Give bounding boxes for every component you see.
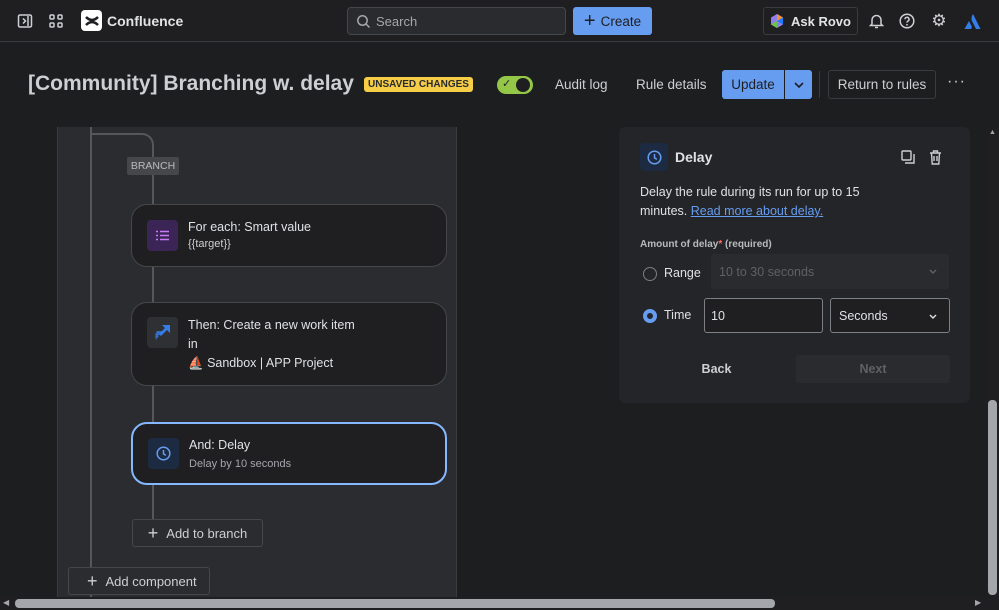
help-icon[interactable]: [897, 11, 917, 31]
scroll-up-icon[interactable]: ▲: [989, 129, 996, 136]
delay-config-panel: Delay Delay the rule during its run for …: [619, 127, 970, 403]
divider: [819, 71, 820, 98]
plus-icon: +: [87, 571, 98, 591]
confluence-logo-icon[interactable]: [81, 10, 102, 31]
project-avatar-icon: ⛵: [188, 356, 204, 370]
time-radio[interactable]: [643, 309, 657, 323]
check-icon: ✓: [502, 78, 512, 90]
rovo-icon: [771, 14, 784, 28]
update-dropdown-button[interactable]: [785, 70, 812, 99]
node-title: And: Delay: [189, 438, 251, 452]
notifications-icon[interactable]: [866, 11, 886, 31]
return-to-rules-button[interactable]: Return to rules: [828, 70, 936, 99]
page-title: [Community] Branching w. delay: [28, 72, 354, 95]
panel-title: Delay: [675, 149, 713, 165]
horizontal-scroll-thumb[interactable]: [15, 599, 775, 608]
unsaved-changes-badge: UNSAVED CHANGES: [364, 77, 473, 92]
plus-icon: +: [147, 523, 159, 543]
scroll-left-icon[interactable]: ◀: [3, 598, 9, 607]
rule-details-link[interactable]: Rule details: [636, 77, 707, 92]
vertical-scroll-thumb[interactable]: [988, 400, 997, 595]
atlassian-logo-icon[interactable]: [962, 11, 982, 31]
app-name[interactable]: Confluence: [107, 13, 183, 29]
back-button[interactable]: Back: [669, 355, 764, 383]
range-label: Range: [664, 266, 701, 280]
app-switcher-icon[interactable]: [46, 11, 66, 31]
delay-node[interactable]: And: Delay Delay by 10 seconds: [131, 422, 447, 485]
search-input[interactable]: Search: [347, 7, 566, 35]
range-radio[interactable]: [643, 267, 657, 281]
range-select[interactable]: 10 to 30 seconds: [711, 254, 949, 289]
duplicate-icon[interactable]: [899, 148, 917, 166]
horizontal-scrollbar[interactable]: ◀ ▶: [0, 597, 999, 610]
plus-icon: +: [583, 10, 596, 32]
sidebar-toggle-icon[interactable]: [15, 11, 35, 31]
branch-label: BRANCH: [127, 157, 179, 175]
toggle-knob: [516, 78, 530, 92]
node-title: Then: Create a new work item: [188, 318, 355, 332]
more-options-icon[interactable]: ···: [947, 73, 966, 91]
node-title: For each: Smart value: [188, 220, 311, 234]
clock-icon: [640, 143, 668, 171]
node-subtitle: Sandbox | APP Project: [207, 356, 334, 370]
update-button[interactable]: Update: [722, 70, 784, 99]
create-button[interactable]: + Create: [573, 7, 652, 35]
read-more-link[interactable]: Read more about delay.: [691, 204, 824, 218]
amount-of-delay-label: Amount of delay* (required): [640, 239, 772, 250]
chevron-down-icon: [793, 81, 804, 88]
add-to-branch-button[interactable]: + Add to branch: [132, 519, 263, 547]
time-value-input[interactable]: 10: [704, 298, 823, 333]
list-icon: [147, 220, 178, 251]
jira-icon: [147, 317, 178, 348]
main-connector: [90, 127, 92, 597]
vertical-scrollbar[interactable]: ▲: [986, 127, 999, 597]
for-each-node[interactable]: For each: Smart value {{target}}: [131, 204, 447, 267]
chevron-down-icon: [929, 314, 937, 319]
ask-rovo-button[interactable]: Ask Rovo: [763, 7, 858, 35]
node-subtitle: Delay by 10 seconds: [189, 458, 292, 470]
branch-connector: [91, 133, 154, 159]
create-work-item-node[interactable]: Then: Create a new work item in ⛵ Sandbox …: [131, 302, 447, 386]
scroll-right-icon[interactable]: ▶: [975, 598, 981, 607]
chevron-down-icon: [929, 269, 937, 274]
time-unit-select[interactable]: Seconds: [830, 298, 950, 333]
add-component-button[interactable]: + Add component: [68, 567, 210, 595]
top-navigation: Confluence Search + Create Ask Rovo ⚙: [0, 0, 999, 42]
audit-log-link[interactable]: Audit log: [555, 77, 608, 92]
panel-description: Delay the rule during its run for up to …: [640, 185, 860, 218]
next-button[interactable]: Next: [796, 355, 950, 383]
node-title-continued: in: [188, 337, 198, 351]
left-gutter: [0, 127, 57, 597]
delete-icon[interactable]: [926, 148, 944, 166]
time-label: Time: [664, 308, 692, 322]
node-subtitle: {{target}}: [188, 238, 231, 250]
settings-icon[interactable]: ⚙: [929, 11, 949, 31]
rule-header: [Community] Branching w. delay UNSAVED C…: [0, 43, 999, 127]
rule-enabled-toggle[interactable]: ✓: [497, 76, 533, 94]
clock-icon: [148, 438, 179, 469]
search-placeholder: Search: [376, 14, 418, 29]
rule-canvas: BRANCH For each: Smart value {{target}} T…: [57, 127, 457, 597]
